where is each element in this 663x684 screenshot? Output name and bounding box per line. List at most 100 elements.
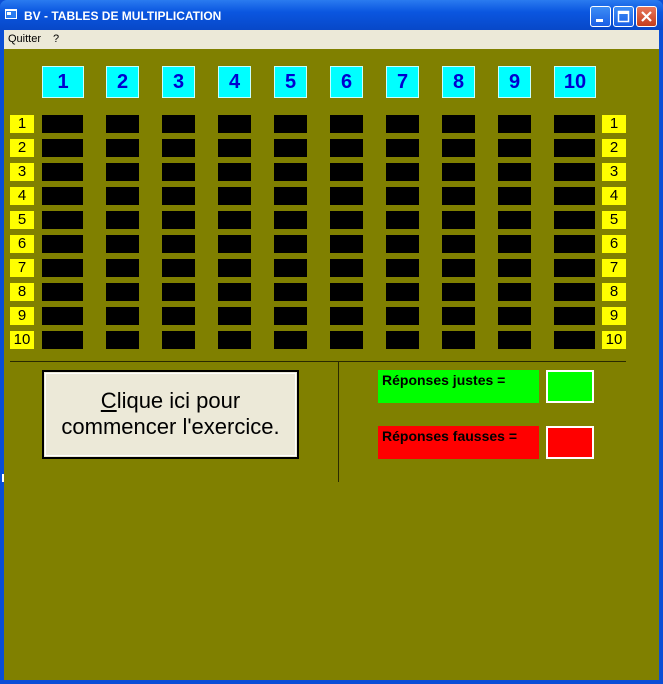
answer-cell[interactable] xyxy=(554,235,595,253)
answer-cell[interactable] xyxy=(498,331,531,349)
answer-cell[interactable] xyxy=(106,283,139,301)
answer-cell[interactable] xyxy=(554,331,595,349)
answer-cell[interactable] xyxy=(498,115,531,133)
column-header-3[interactable]: 3 xyxy=(162,66,195,98)
answer-cell[interactable] xyxy=(42,211,83,229)
answer-cell[interactable] xyxy=(274,307,307,325)
answer-cell[interactable] xyxy=(162,115,195,133)
answer-cell[interactable] xyxy=(330,259,363,277)
answer-cell[interactable] xyxy=(42,331,83,349)
answer-cell[interactable] xyxy=(386,259,419,277)
answer-cell[interactable] xyxy=(386,283,419,301)
minimize-button[interactable] xyxy=(590,6,611,27)
answer-cell[interactable] xyxy=(218,259,251,277)
answer-cell[interactable] xyxy=(442,139,475,157)
answer-cell[interactable] xyxy=(386,331,419,349)
answer-cell[interactable] xyxy=(162,163,195,181)
answer-cell[interactable] xyxy=(218,283,251,301)
answer-cell[interactable] xyxy=(554,307,595,325)
answer-cell[interactable] xyxy=(386,211,419,229)
answer-cell[interactable] xyxy=(498,187,531,205)
column-header-10[interactable]: 10 xyxy=(554,66,596,98)
answer-cell[interactable] xyxy=(498,163,531,181)
column-header-1[interactable]: 1 xyxy=(42,66,84,98)
answer-cell[interactable] xyxy=(330,307,363,325)
answer-cell[interactable] xyxy=(498,307,531,325)
answer-cell[interactable] xyxy=(554,283,595,301)
answer-cell[interactable] xyxy=(42,283,83,301)
answer-cell[interactable] xyxy=(106,139,139,157)
answer-cell[interactable] xyxy=(218,139,251,157)
answer-cell[interactable] xyxy=(442,331,475,349)
answer-cell[interactable] xyxy=(498,235,531,253)
answer-cell[interactable] xyxy=(218,211,251,229)
answer-cell[interactable] xyxy=(554,139,595,157)
answer-cell[interactable] xyxy=(42,307,83,325)
start-exercise-button[interactable]: Clique ici pour commencer l'exercice. xyxy=(42,370,299,459)
answer-cell[interactable] xyxy=(330,283,363,301)
answer-cell[interactable] xyxy=(106,259,139,277)
answer-cell[interactable] xyxy=(218,331,251,349)
answer-cell[interactable] xyxy=(442,259,475,277)
column-header-9[interactable]: 9 xyxy=(498,66,531,98)
answer-cell[interactable] xyxy=(442,115,475,133)
answer-cell[interactable] xyxy=(218,235,251,253)
answer-cell[interactable] xyxy=(218,307,251,325)
answer-cell[interactable] xyxy=(386,163,419,181)
answer-cell[interactable] xyxy=(554,187,595,205)
title-bar[interactable]: BV - TABLES DE MULTIPLICATION xyxy=(0,0,663,30)
answer-cell[interactable] xyxy=(274,187,307,205)
answer-cell[interactable] xyxy=(386,307,419,325)
answer-cell[interactable] xyxy=(498,211,531,229)
answer-cell[interactable] xyxy=(218,163,251,181)
answer-cell[interactable] xyxy=(162,331,195,349)
answer-cell[interactable] xyxy=(386,139,419,157)
answer-cell[interactable] xyxy=(42,259,83,277)
answer-cell[interactable] xyxy=(330,235,363,253)
answer-cell[interactable] xyxy=(442,283,475,301)
answer-cell[interactable] xyxy=(498,283,531,301)
answer-cell[interactable] xyxy=(42,187,83,205)
answer-cell[interactable] xyxy=(106,163,139,181)
answer-cell[interactable] xyxy=(386,235,419,253)
column-header-8[interactable]: 8 xyxy=(442,66,475,98)
answer-cell[interactable] xyxy=(106,211,139,229)
answer-cell[interactable] xyxy=(386,187,419,205)
answer-cell[interactable] xyxy=(442,163,475,181)
answer-cell[interactable] xyxy=(106,235,139,253)
close-button[interactable] xyxy=(636,6,657,27)
answer-cell[interactable] xyxy=(162,235,195,253)
answer-cell[interactable] xyxy=(386,115,419,133)
answer-cell[interactable] xyxy=(554,259,595,277)
answer-cell[interactable] xyxy=(218,187,251,205)
answer-cell[interactable] xyxy=(162,307,195,325)
column-header-2[interactable]: 2 xyxy=(106,66,139,98)
answer-cell[interactable] xyxy=(106,115,139,133)
answer-cell[interactable] xyxy=(42,139,83,157)
answer-cell[interactable] xyxy=(498,139,531,157)
answer-cell[interactable] xyxy=(330,331,363,349)
answer-cell[interactable] xyxy=(274,163,307,181)
column-header-4[interactable]: 4 xyxy=(218,66,251,98)
column-header-6[interactable]: 6 xyxy=(330,66,363,98)
answer-cell[interactable] xyxy=(42,163,83,181)
column-header-5[interactable]: 5 xyxy=(274,66,307,98)
answer-cell[interactable] xyxy=(442,187,475,205)
answer-cell[interactable] xyxy=(162,139,195,157)
answer-cell[interactable] xyxy=(162,259,195,277)
answer-cell[interactable] xyxy=(498,259,531,277)
answer-cell[interactable] xyxy=(554,211,595,229)
answer-cell[interactable] xyxy=(162,283,195,301)
answer-cell[interactable] xyxy=(554,115,595,133)
answer-cell[interactable] xyxy=(554,163,595,181)
answer-cell[interactable] xyxy=(162,187,195,205)
answer-cell[interactable] xyxy=(330,211,363,229)
answer-cell[interactable] xyxy=(162,211,195,229)
answer-cell[interactable] xyxy=(330,115,363,133)
answer-cell[interactable] xyxy=(274,331,307,349)
column-header-7[interactable]: 7 xyxy=(386,66,419,98)
answer-cell[interactable] xyxy=(274,235,307,253)
maximize-button[interactable] xyxy=(613,6,634,27)
answer-cell[interactable] xyxy=(442,235,475,253)
answer-cell[interactable] xyxy=(330,139,363,157)
